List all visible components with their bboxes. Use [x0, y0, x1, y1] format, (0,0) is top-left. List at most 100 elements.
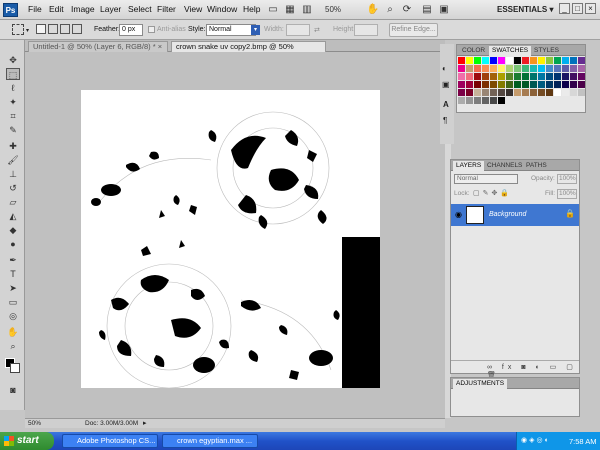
menu-image[interactable]: Image — [71, 4, 95, 14]
swatch[interactable] — [538, 73, 545, 80]
menu-window[interactable]: Window — [207, 4, 237, 14]
type-icon[interactable]: T — [6, 268, 20, 280]
swatch[interactable] — [482, 97, 489, 104]
swatch[interactable] — [562, 65, 569, 72]
menu-file[interactable]: File — [28, 4, 42, 14]
anti-alias-checkbox[interactable] — [148, 26, 155, 33]
swatch[interactable] — [522, 73, 529, 80]
swatch[interactable] — [538, 57, 545, 64]
rectangular-marquee-icon[interactable]: ⬚ — [6, 68, 20, 80]
screen-mode-icon[interactable]: ▭ — [266, 3, 280, 17]
blur-icon[interactable]: ◆ — [6, 224, 20, 236]
swatch[interactable] — [578, 89, 585, 96]
swatch[interactable] — [530, 57, 537, 64]
lock-options-icons[interactable]: ▢✎✥🔒 — [473, 189, 512, 197]
swatch[interactable] — [490, 73, 497, 80]
swatch[interactable] — [546, 89, 553, 96]
dodge-icon[interactable]: ● — [6, 238, 20, 250]
height-input[interactable] — [354, 24, 378, 36]
quick-mask-icon[interactable]: ◙ — [6, 384, 20, 396]
swatch[interactable] — [474, 57, 481, 64]
swatch-grid[interactable] — [458, 57, 585, 105]
move-tool-icon[interactable]: ✥ — [6, 54, 20, 66]
minimize-button[interactable]: _ — [559, 3, 570, 14]
swatch[interactable] — [578, 65, 585, 72]
swatch[interactable] — [522, 65, 529, 72]
background-color-swatch[interactable] — [10, 363, 20, 373]
swatch[interactable] — [498, 57, 505, 64]
rotate-view-icon[interactable]: ⟳ — [400, 3, 414, 17]
swatch[interactable] — [482, 73, 489, 80]
swatch[interactable] — [570, 81, 577, 88]
swatch[interactable] — [514, 73, 521, 80]
swatch[interactable] — [538, 81, 545, 88]
history-brush-icon[interactable]: ↺ — [6, 182, 20, 194]
magic-wand-icon[interactable]: ✦ — [6, 96, 20, 108]
swatch[interactable] — [522, 89, 529, 96]
launch-bridge-icon[interactable]: ▦ — [283, 3, 297, 17]
hand-tool-icon[interactable]: ✋ — [6, 326, 20, 338]
swatch[interactable] — [562, 89, 569, 96]
swatch[interactable] — [554, 81, 561, 88]
swatch[interactable] — [546, 57, 553, 64]
tab-adjustments[interactable]: ADJUSTMENTS — [453, 379, 508, 389]
swatch[interactable] — [570, 57, 577, 64]
swatch[interactable] — [506, 65, 513, 72]
swatch[interactable] — [458, 97, 465, 104]
tab-channels[interactable]: CHANNELS — [484, 161, 525, 171]
swatch[interactable] — [570, 89, 577, 96]
brush-icon[interactable]: 🖌 — [6, 154, 20, 166]
swatch[interactable] — [578, 73, 585, 80]
swatch[interactable] — [474, 97, 481, 104]
swatch[interactable] — [554, 57, 561, 64]
swatch[interactable] — [578, 57, 585, 64]
zoom-tool-icon[interactable]: ⌕ — [6, 340, 20, 352]
swatch[interactable] — [546, 65, 553, 72]
swatch[interactable] — [458, 73, 465, 80]
close-button[interactable]: × — [585, 3, 596, 14]
hand-icon[interactable]: ✋ — [366, 3, 380, 17]
swatch[interactable] — [498, 97, 505, 104]
swatch[interactable] — [530, 89, 537, 96]
swatch[interactable] — [474, 65, 481, 72]
swatch[interactable] — [490, 57, 497, 64]
swatch[interactable] — [498, 81, 505, 88]
menu-edit[interactable]: Edit — [49, 4, 64, 14]
swatch[interactable] — [482, 57, 489, 64]
swatch[interactable] — [530, 81, 537, 88]
path-selection-icon[interactable]: ➤ — [6, 282, 20, 294]
swatch[interactable] — [498, 89, 505, 96]
screen-mode-icon-2[interactable]: ▣ — [437, 3, 451, 17]
chevron-down-icon[interactable]: ▾ — [26, 27, 29, 34]
swatch[interactable] — [458, 81, 465, 88]
3d-rotate-icon[interactable]: ◎ — [6, 310, 20, 322]
tab-crown-snake[interactable]: crown snake uv copy2.bmp @ 50% (RGB/8) × — [171, 41, 326, 61]
clone-stamp-icon[interactable]: ⊥ — [6, 168, 20, 180]
swatch[interactable] — [466, 89, 473, 96]
swatch[interactable] — [482, 81, 489, 88]
healing-brush-icon[interactable]: ✚ — [6, 140, 20, 152]
swatch[interactable] — [466, 65, 473, 72]
tab-paths[interactable]: PATHS — [523, 161, 550, 171]
layer-name[interactable]: Background — [489, 211, 526, 218]
swatch[interactable] — [466, 81, 473, 88]
menu-layer[interactable]: Layer — [100, 4, 121, 14]
swatch[interactable] — [490, 97, 497, 104]
swatch[interactable] — [554, 65, 561, 72]
start-button[interactable]: start — [0, 432, 54, 450]
status-zoom[interactable]: 50% — [28, 420, 41, 427]
tab-untitled-1[interactable]: Untitled-1 @ 50% (Layer 6, RGB/8) * × — [28, 41, 168, 52]
crop-icon[interactable]: ⌗ — [6, 110, 20, 122]
swatch[interactable] — [474, 89, 481, 96]
swatch[interactable] — [554, 73, 561, 80]
chevron-down-icon[interactable]: ▾ — [251, 25, 260, 35]
swatch[interactable] — [562, 57, 569, 64]
swatch[interactable] — [514, 81, 521, 88]
swatch[interactable] — [506, 81, 513, 88]
swatch[interactable] — [474, 81, 481, 88]
tab-layers[interactable]: LAYERS — [453, 161, 485, 171]
swatch[interactable] — [498, 73, 505, 80]
swatch[interactable] — [562, 73, 569, 80]
swatch[interactable] — [514, 65, 521, 72]
swatch[interactable] — [506, 73, 513, 80]
